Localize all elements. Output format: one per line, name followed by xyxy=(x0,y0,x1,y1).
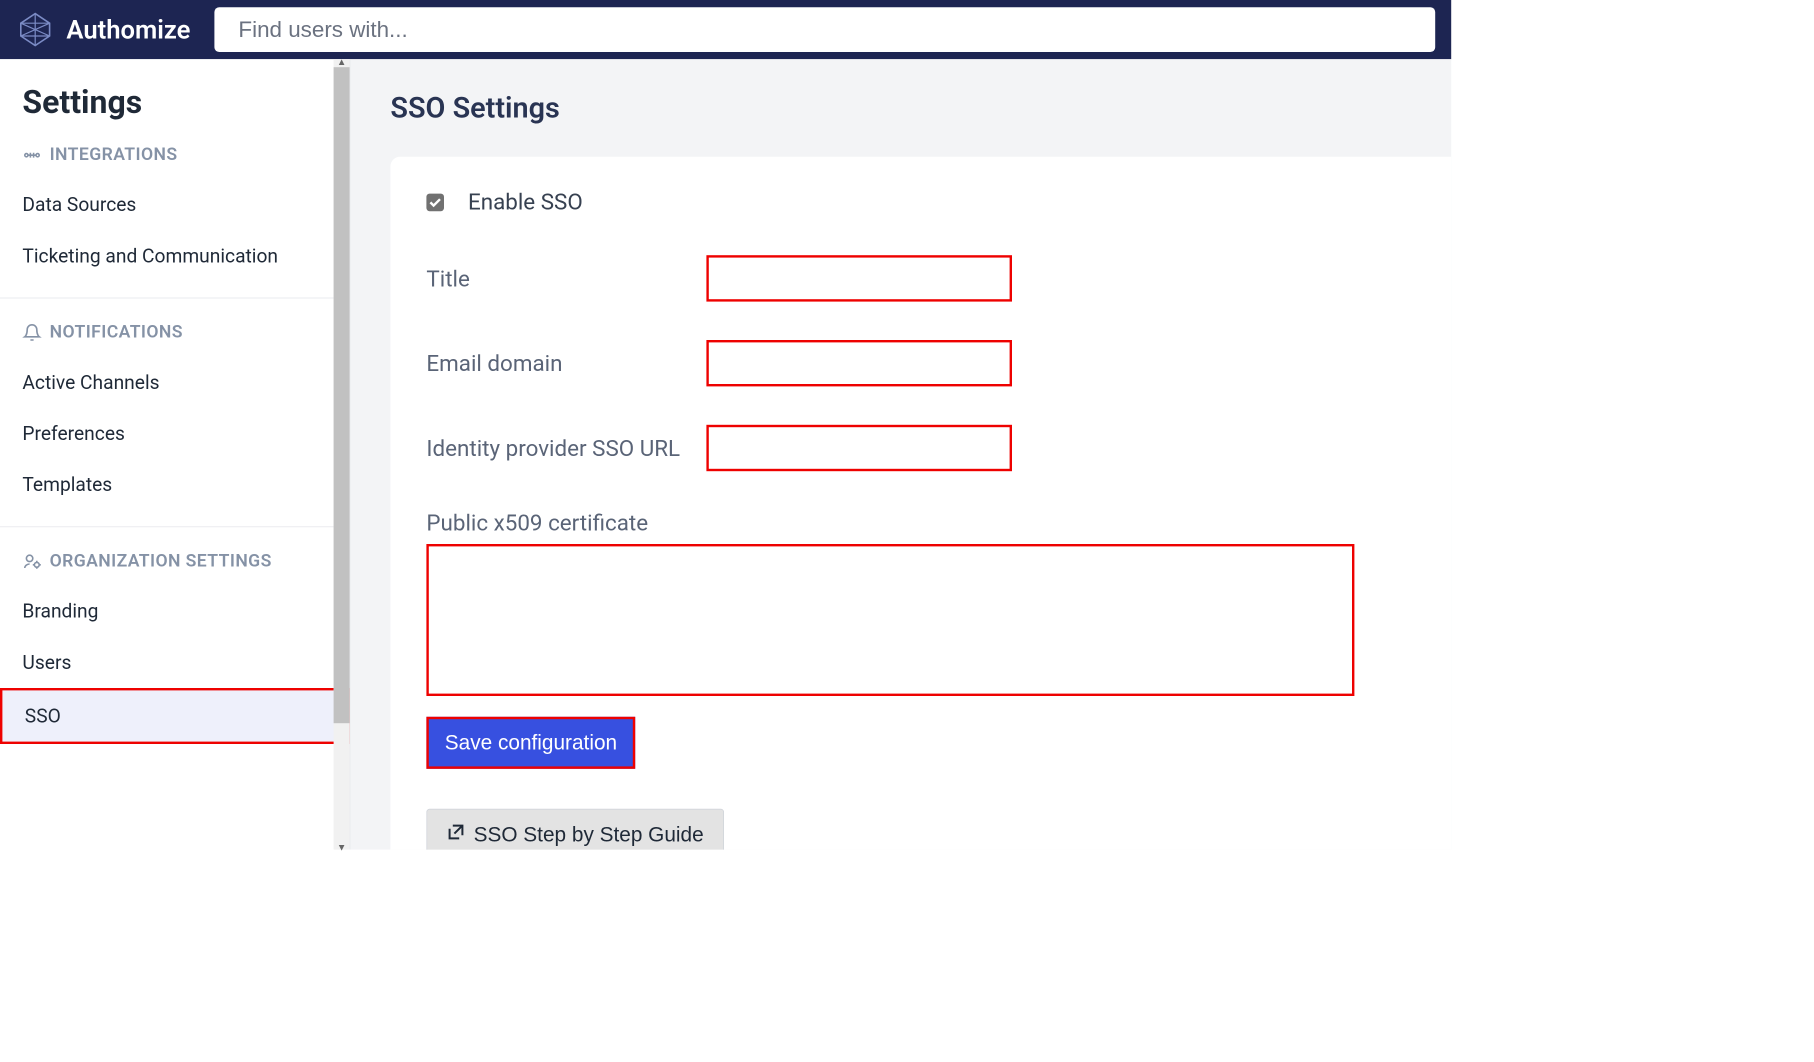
idp-url-label: Identity provider SSO URL xyxy=(426,435,706,461)
sidebar-item-branding[interactable]: Branding xyxy=(0,586,350,637)
enable-sso-label: Enable SSO xyxy=(468,189,583,215)
section-label: ORGANIZATION SETTINGS xyxy=(50,551,272,571)
idp-url-input[interactable] xyxy=(706,425,1012,471)
authomize-logo-icon xyxy=(16,10,54,48)
enable-sso-row: Enable SSO xyxy=(426,189,1415,215)
section-org-settings: ORGANIZATION SETTINGS Branding Users SSO xyxy=(0,551,350,760)
sidebar-item-templates[interactable]: Templates xyxy=(0,459,350,510)
sidebar-item-users[interactable]: Users xyxy=(0,637,350,688)
email-domain-input[interactable] xyxy=(706,340,1012,386)
page-title: Settings xyxy=(0,83,350,145)
main-content: SSO Settings Enable SSO Title Email doma… xyxy=(350,59,1451,849)
section-label: NOTIFICATIONS xyxy=(50,322,183,342)
cert-textarea[interactable] xyxy=(426,544,1354,696)
sidebar-item-data-sources[interactable]: Data Sources xyxy=(0,179,350,230)
section-notifications: NOTIFICATIONS Active Channels Preference… xyxy=(0,322,350,527)
external-link-icon xyxy=(446,822,465,847)
section-header-org-settings: ORGANIZATION SETTINGS xyxy=(0,551,350,585)
title-input[interactable] xyxy=(706,255,1012,301)
title-row: Title xyxy=(426,255,1415,301)
guide-label: SSO Step by Step Guide xyxy=(474,822,704,847)
email-domain-label: Email domain xyxy=(426,350,706,376)
idp-url-row: Identity provider SSO URL xyxy=(426,425,1415,471)
sidebar-item-ticketing[interactable]: Ticketing and Communication xyxy=(0,230,350,281)
search-input[interactable] xyxy=(214,7,1435,52)
section-header-notifications: NOTIFICATIONS xyxy=(0,322,350,356)
save-configuration-button[interactable]: Save configuration xyxy=(426,717,635,769)
integrations-icon xyxy=(22,145,41,164)
brand-name: Authomize xyxy=(66,14,190,44)
sidebar-item-preferences[interactable]: Preferences xyxy=(0,408,350,459)
cert-section: Public x509 certificate xyxy=(426,510,1415,700)
title-label: Title xyxy=(426,265,706,291)
topbar: Authomize xyxy=(0,0,1451,59)
scrollbar-track[interactable]: ▲ ▼ xyxy=(334,59,350,849)
sidebar-item-active-channels[interactable]: Active Channels xyxy=(0,357,350,408)
layout: ▲ ▼ Settings INTEGRATIONS Data Sources T… xyxy=(0,59,1451,849)
email-domain-row: Email domain xyxy=(426,340,1415,386)
settings-card: Enable SSO Title Email domain Identity p… xyxy=(390,157,1451,850)
scroll-arrow-down-icon[interactable]: ▼ xyxy=(337,842,347,853)
section-label: INTEGRATIONS xyxy=(50,145,178,165)
sso-guide-button[interactable]: SSO Step by Step Guide xyxy=(426,809,723,850)
sidebar: ▲ ▼ Settings INTEGRATIONS Data Sources T… xyxy=(0,59,350,849)
bell-icon xyxy=(22,323,41,342)
user-gear-icon xyxy=(22,552,41,571)
section-integrations: INTEGRATIONS Data Sources Ticketing and … xyxy=(0,145,350,299)
logo-area: Authomize xyxy=(16,10,190,48)
section-header-integrations: INTEGRATIONS xyxy=(0,145,350,179)
sidebar-item-sso[interactable]: SSO xyxy=(0,688,350,744)
scrollbar-thumb[interactable] xyxy=(334,67,350,723)
scroll-arrow-up-icon[interactable]: ▲ xyxy=(337,56,347,67)
cert-label: Public x509 certificate xyxy=(426,510,1415,536)
enable-sso-checkbox[interactable] xyxy=(426,193,444,211)
search-container xyxy=(214,7,1435,52)
page-heading: SSO Settings xyxy=(390,91,1451,125)
